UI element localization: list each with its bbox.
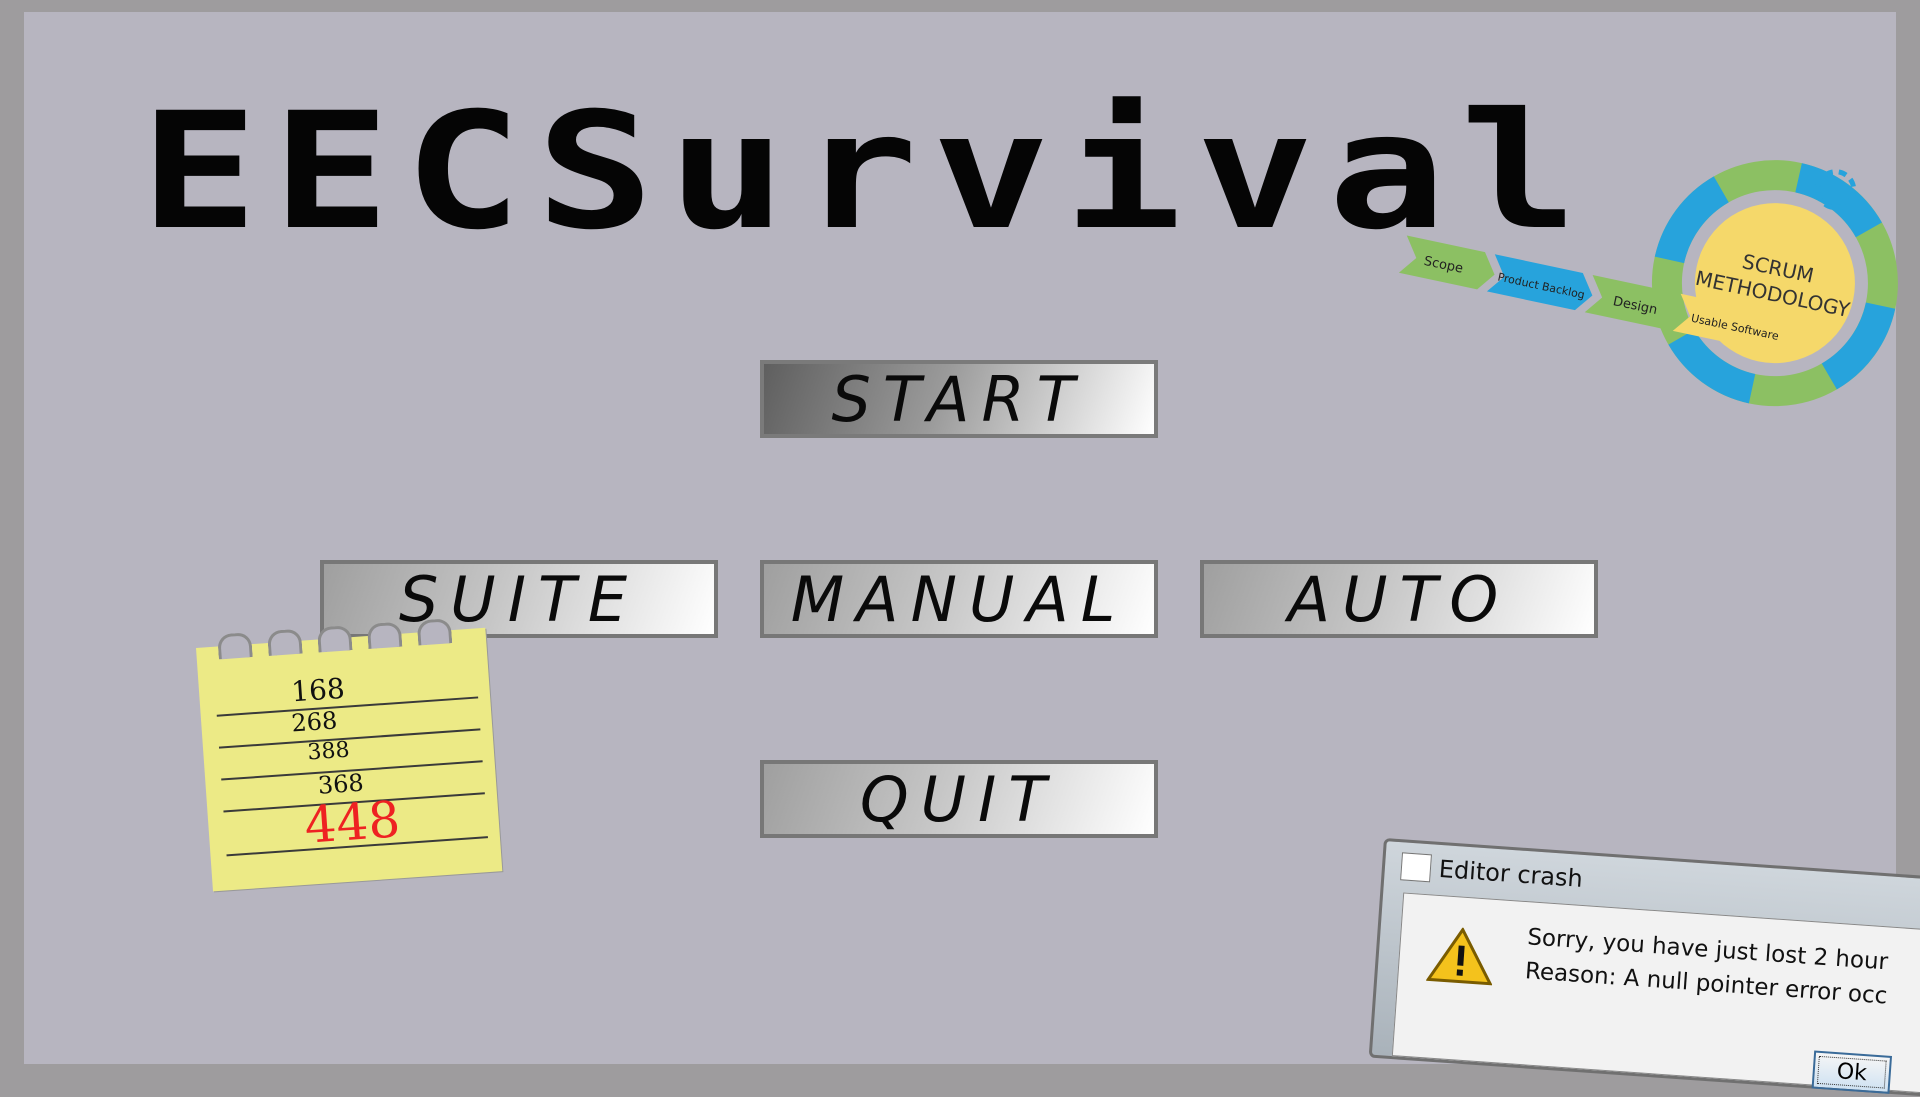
dialog-body: Sorry, you have just lost 2 hour Reason:… (1391, 892, 1920, 1094)
manual-button[interactable]: MANUAL (760, 560, 1158, 638)
start-button[interactable]: START (760, 360, 1158, 438)
warning-icon (1426, 926, 1493, 986)
notepad-score: 168 (290, 671, 346, 709)
scrum-diagram: SCRUM METHODOLOGY Scope Product Backlog … (1398, 160, 1898, 407)
notepad-ring (366, 621, 403, 649)
notepad-score: 388 (306, 737, 351, 766)
auto-button[interactable]: AUTO (1200, 560, 1598, 638)
quit-button[interactable]: QUIT (760, 760, 1158, 838)
notepad-ring (266, 628, 303, 656)
dialog-title: Editor crash (1438, 854, 1584, 893)
crash-dialog: Editor crash Sorry, you have just lost 2… (1368, 838, 1920, 1097)
notepad-ring (316, 625, 353, 653)
notepad-line (218, 728, 481, 749)
notepad-line (216, 696, 479, 717)
ok-button[interactable]: Ok (1811, 1050, 1893, 1094)
java-app-icon (1400, 852, 1432, 883)
game-title: EECSurvival (140, 78, 1593, 266)
notepad-score: 268 (290, 706, 339, 738)
notepad-ring (416, 618, 453, 646)
notepad-ring (217, 632, 253, 660)
score-notepad: 168 268 388 368 448 (196, 618, 503, 892)
notepad-high-score: 448 (302, 790, 402, 855)
